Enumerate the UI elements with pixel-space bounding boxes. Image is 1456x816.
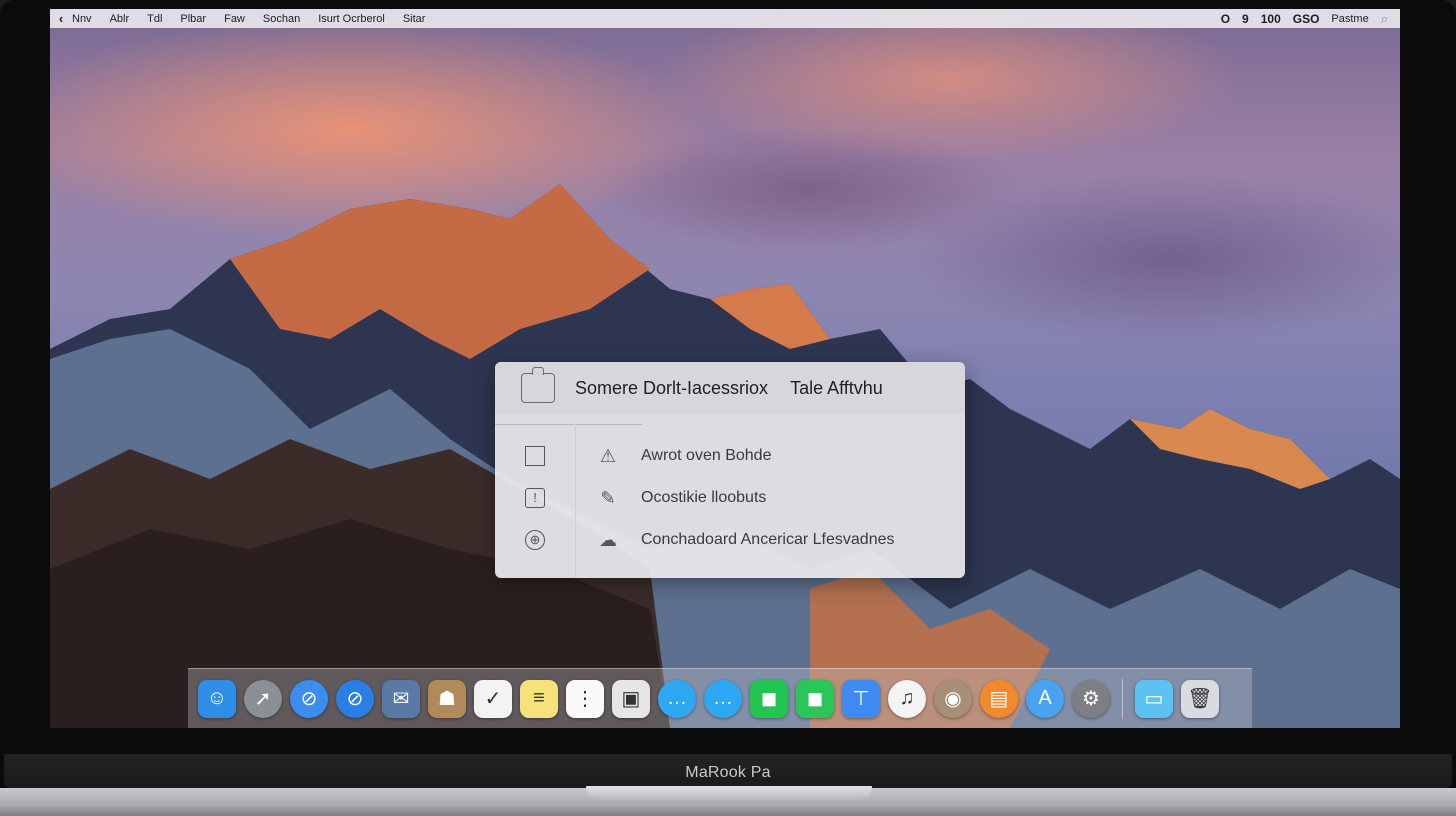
- dock-ibooks-disc-icon[interactable]: ◉: [934, 679, 972, 718]
- status-icon-1[interactable]: O: [1221, 12, 1230, 26]
- dock-trash-icon[interactable]: 🗑: [1181, 679, 1219, 718]
- dock: ☺ ➚ ⊘ ⊘ ✉ ☗ ✓ ≡ ⋮ ▣…… ◼ ◼ ⊤ ♫ ◉ ▤ A ⚙ ▭ 🗑: [188, 668, 1252, 728]
- menu-item-8[interactable]: Sitar: [403, 13, 426, 25]
- dock-itunes-icon[interactable]: ♫: [888, 679, 926, 718]
- menu-extras: O 9 100 GSO Pastme ⌕: [1221, 11, 1400, 27]
- option-label: Awrot oven Bohde: [641, 447, 772, 464]
- dock-downloads-folder-icon[interactable]: ▭: [1135, 679, 1173, 718]
- warning-icon: ⚠: [599, 445, 617, 466]
- spotlight-search-icon[interactable]: ⌕: [1381, 11, 1388, 27]
- dialog-panel: Somere Dorlt-Iacessriox Tale Afftvhu ⚠ A…: [495, 362, 965, 578]
- dock-system-preferences-icon[interactable]: ⚙: [1072, 679, 1110, 718]
- dock-ibooks-icon[interactable]: ▤: [980, 679, 1018, 718]
- add-circle-icon[interactable]: ⊕: [525, 530, 545, 550]
- menu-item-4[interactable]: Plbar: [180, 13, 206, 25]
- dock-keynote-icon[interactable]: ⊤: [842, 679, 880, 718]
- checkbox[interactable]: [525, 446, 545, 466]
- dock-facetime-icon[interactable]: ◼: [750, 679, 788, 718]
- dialog-title: Somere Dorlt-Iacessriox: [575, 377, 769, 398]
- briefcase-icon: [521, 367, 555, 403]
- dialog-title-right[interactable]: Tale Afftvhu: [790, 378, 883, 399]
- dialog-header: Somere Dorlt-Iacessriox Tale Afftvhu: [495, 362, 965, 414]
- dialog-option[interactable]: ! ✎ Ocostikie lloobuts: [495, 480, 965, 516]
- menu-item-2[interactable]: Ablr: [110, 13, 130, 25]
- dock-messages-alt-icon[interactable]: …: [704, 679, 742, 718]
- username[interactable]: Pastme: [1331, 13, 1368, 25]
- option-label: Ocostikie lloobuts: [641, 489, 767, 506]
- menu-item-5[interactable]: Faw: [224, 13, 245, 25]
- dock-notes-icon[interactable]: ≡: [520, 679, 558, 718]
- status-icon-2[interactable]: 9: [1242, 12, 1249, 26]
- dock-contacts-icon[interactable]: ☗: [428, 679, 466, 718]
- menu-item-7[interactable]: Isurt Ocrberol: [318, 13, 385, 25]
- dock-finder-icon[interactable]: ☺: [198, 679, 236, 718]
- dock-app-store-icon[interactable]: A: [1026, 679, 1064, 718]
- status-text[interactable]: GSO: [1293, 12, 1320, 26]
- menu-item-6[interactable]: Sochan: [263, 13, 300, 25]
- dialog-option[interactable]: ⚠ Awrot oven Bohde: [495, 438, 965, 474]
- cloud-icon: ☁: [599, 529, 617, 550]
- divider: [495, 424, 642, 425]
- dock-separator: [1122, 678, 1123, 719]
- dock-messages-icon[interactable]: …: [658, 679, 696, 718]
- apple-menu-icon[interactable]: ‹: [50, 11, 72, 26]
- device-label: MaRook Pa: [685, 764, 771, 781]
- menu-item-app[interactable]: Nnv: [72, 13, 92, 25]
- dock-launchpad-icon[interactable]: ➚: [244, 679, 282, 718]
- menu-bar: ‹ Nnv Ablr Tdl Plbar Faw Sochan Isurt Oc…: [50, 9, 1400, 28]
- dock-photos-preview-icon[interactable]: ▣: [612, 679, 650, 718]
- menu-item-3[interactable]: Tdl: [147, 13, 162, 25]
- laptop-notch: [586, 786, 872, 800]
- battery-percent[interactable]: 100: [1261, 12, 1281, 26]
- dock-calendar-icon[interactable]: ✓: [474, 679, 512, 718]
- dock-mail-stamp-icon[interactable]: ✉: [382, 679, 420, 718]
- leaf-icon: ✎: [600, 487, 616, 508]
- alert-badge-icon[interactable]: !: [525, 488, 545, 508]
- dialog-option[interactable]: ⊕ ☁ Conchadoard Ancericar Lfesvadnes: [495, 522, 965, 558]
- desktop-screen: ‹ Nnv Ablr Tdl Plbar Faw Sochan Isurt Oc…: [50, 9, 1400, 728]
- dock-reminders-icon[interactable]: ⋮: [566, 679, 604, 718]
- dock-safari-icon[interactable]: ⊘: [290, 679, 328, 718]
- option-label: Conchadoard Ancericar Lfesvadnes: [641, 531, 895, 548]
- dock-safari-alt-icon[interactable]: ⊘: [336, 679, 374, 718]
- dock-facetime-alt-icon[interactable]: ◼: [796, 679, 834, 718]
